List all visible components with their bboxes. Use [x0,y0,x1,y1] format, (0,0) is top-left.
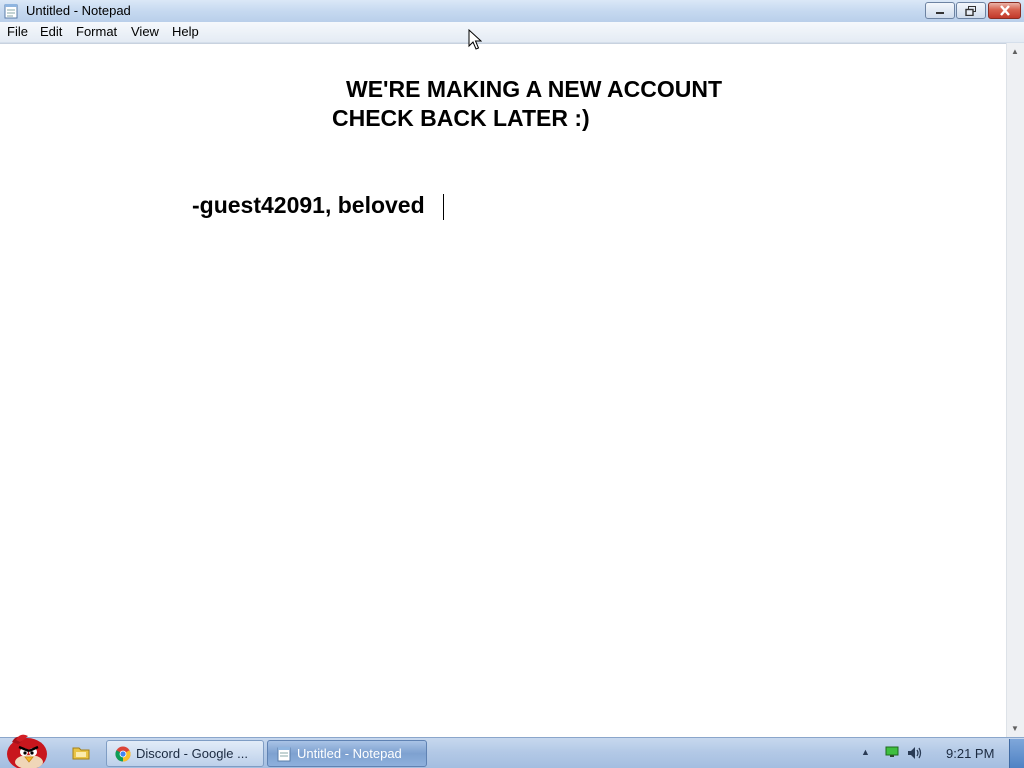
start-button-angry-bird-icon[interactable] [2,732,52,768]
taskbar-item-label: Untitled - Notepad [297,746,402,761]
menu-view[interactable]: View [131,24,159,39]
text-caret [443,194,444,220]
taskbar-item-label: Discord - Google ... [136,746,248,761]
clock[interactable]: 9:21 PM [946,746,994,761]
window-title: Untitled - Notepad [26,3,131,18]
text-line: WE'RE MAKING A NEW ACCOUNT [346,76,722,102]
close-button[interactable] [988,2,1021,19]
scroll-down-icon[interactable]: ▼ [1011,724,1019,733]
mouse-pointer-icon [468,29,482,50]
folder-icon[interactable] [72,745,90,761]
text-editor[interactable]: WE'RE MAKING A NEW ACCOUNT CHECK BACK LA… [0,43,1006,738]
menu-help[interactable]: Help [172,24,199,39]
menu-file[interactable]: File [7,24,28,39]
text-line: CHECK BACK LATER :) [332,105,590,131]
network-icon[interactable] [885,746,899,758]
menu-format[interactable]: Format [76,24,117,39]
volume-icon[interactable] [906,745,922,761]
scroll-up-icon[interactable]: ▲ [1011,47,1019,56]
minimize-icon [936,11,944,14]
close-icon [999,5,1010,16]
text-line: -guest42091, beloved [192,192,425,218]
show-desktop-button[interactable] [1009,739,1024,768]
notepad-icon [4,4,18,19]
menu-bar: File Edit Format View Help [0,22,1024,43]
chrome-icon [115,746,131,762]
restore-icon [965,5,976,16]
taskbar-item-discord[interactable]: Discord - Google ... [106,740,264,767]
show-hidden-icons-icon[interactable]: ▲ [861,747,870,757]
menu-edit[interactable]: Edit [40,24,62,39]
notepad-icon [277,747,291,762]
vertical-scrollbar[interactable]: ▲ ▼ [1006,43,1024,737]
taskbar: Discord - Google ... Untitled - Notepad … [0,734,1024,768]
window-titlebar[interactable]: Untitled - Notepad [0,0,1024,23]
minimize-button[interactable] [925,2,955,19]
restore-button[interactable] [956,2,986,19]
taskbar-item-notepad[interactable]: Untitled - Notepad [267,740,427,767]
